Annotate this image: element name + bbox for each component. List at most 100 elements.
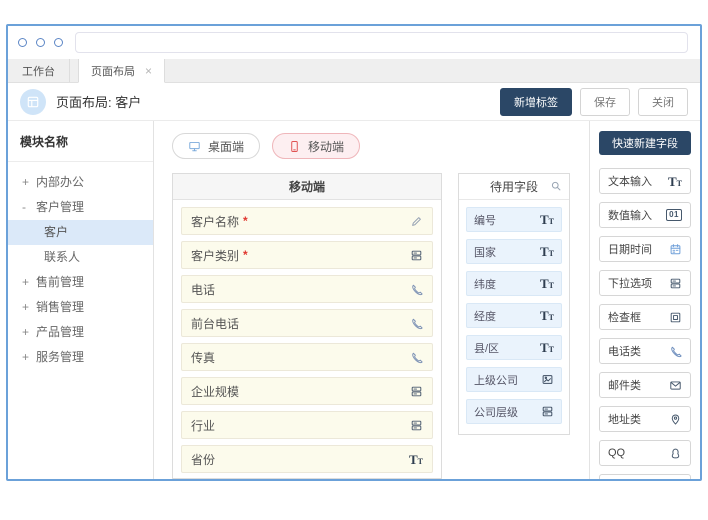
field-type-item[interactable]: 下拉选项 [599,270,691,296]
number-icon: 01 [666,209,682,221]
field-type-label: 电话类 [608,343,641,359]
select-icon [410,249,423,262]
tree-item-label: 服务管理 [36,345,84,370]
mobile-panel-title: 移动端 [173,174,441,200]
field-label: 传真 [191,349,215,366]
field-type-list: 文本输入TT数值输入01日期时间下拉选项检查框电话类邮件类地址类QQ邮编外键字段… [599,168,691,479]
mobile-layout-panel: 移动端 客户名称*客户类别*电话前台电话传真企业规模行业省份TT城市TT地址 [172,173,442,479]
field-type-item[interactable]: 文本输入TT [599,168,691,194]
tree-item[interactable]: 客户 [8,220,153,245]
pending-field-row[interactable]: 公司层级 [466,399,562,424]
field-type-item[interactable]: QQ [599,440,691,466]
monitor-icon [188,140,201,153]
field-type-label: 检查框 [608,309,641,325]
select-icon [410,385,423,398]
tab-label: 工作台 [22,63,55,79]
select-icon [410,419,423,432]
field-type-item[interactable]: 日期时间 [599,236,691,262]
address-bar[interactable] [75,32,688,53]
layout-editor-main: 桌面端移动端 移动端 客户名称*客户类别*电话前台电话传真企业规模行业省份TT城… [154,121,589,479]
tab-page-layout[interactable]: 页面布局 × [78,59,165,83]
mobile-field-row[interactable]: 前台电话 [181,309,433,337]
layout-icon [20,89,46,115]
field-type-item[interactable]: 检查框 [599,304,691,330]
module-tree: +内部办公-客户管理客户联系人+售前管理+销售管理+产品管理+服务管理 [8,170,153,370]
pin-icon [669,413,682,426]
pending-field-row[interactable]: 国家TT [466,239,562,264]
tab-bar: 工作台 页面布局 × [8,59,700,83]
pending-field-list: 编号TT国家TT纬度TT经度TT县/区TT上级公司公司层级 [459,200,569,434]
tree-item[interactable]: 联系人 [8,245,153,270]
window-control-dot[interactable] [36,38,45,47]
text-icon: TT [540,245,554,258]
tab-label: 页面布局 [91,63,135,79]
mobile-field-row[interactable]: 客户类别 * [181,241,433,269]
search-icon[interactable] [550,180,562,192]
tree-item[interactable]: +产品管理 [8,320,153,345]
required-star-icon: * [243,248,248,262]
tree-item-label: 销售管理 [36,295,84,320]
mobile-field-row[interactable]: 客户名称 * [181,207,433,235]
field-label: 编号 [474,212,496,228]
pending-field-row[interactable]: 编号TT [466,207,562,232]
field-type-item[interactable]: 数值输入01 [599,202,691,228]
field-label: 客户类别 [191,247,239,264]
pencil-icon [410,215,423,228]
field-label: 电话 [191,281,215,298]
field-type-label: 地址类 [608,411,641,427]
tree-item[interactable]: +销售管理 [8,295,153,320]
pending-field-row[interactable]: 县/区TT [466,335,562,360]
field-label: 企业规模 [191,383,239,400]
select-icon [541,405,554,418]
select-icon [669,277,682,290]
required-star-icon: * [243,214,248,228]
tree-item[interactable]: +售前管理 [8,270,153,295]
tree-toggle-icon[interactable]: + [22,295,30,320]
tree-item[interactable]: -客户管理 [8,195,153,220]
field-type-item[interactable]: 电话类 [599,338,691,364]
header-button-0[interactable]: 新增标签 [500,88,572,116]
tree-item[interactable]: +服务管理 [8,345,153,370]
pending-field-row[interactable]: 经度TT [466,303,562,328]
tree-toggle-icon[interactable]: + [22,270,30,295]
window-control-dot[interactable] [54,38,63,47]
tab-close-icon[interactable]: × [145,65,152,77]
tree-item-label: 内部办公 [36,170,84,195]
field-label: 客户名称 [191,213,239,230]
tree-toggle-icon[interactable]: + [22,170,30,195]
field-label: 经度 [474,308,496,324]
field-type-item[interactable]: 邮编 [599,474,691,479]
window-control-dot[interactable] [18,38,27,47]
mobile-field-row[interactable]: 电话 [181,275,433,303]
mobile-field-row[interactable]: 传真 [181,343,433,371]
browser-chrome [8,26,700,59]
checkbox-icon [669,311,682,324]
tree-item[interactable]: +内部办公 [8,170,153,195]
device-pill-desktop[interactable]: 桌面端 [172,133,260,159]
field-type-label: 邮件类 [608,377,641,393]
field-type-label: 文本输入 [608,173,652,189]
tree-item-label: 客户 [44,220,68,245]
header-button-1[interactable]: 保存 [580,88,630,116]
mobile-field-row[interactable]: 省份TT [181,445,433,473]
mobile-field-row[interactable]: 企业规模 [181,377,433,405]
tree-toggle-icon[interactable]: + [22,320,30,345]
field-label: 公司层级 [474,404,518,420]
text-icon: TT [540,341,554,354]
header-actions: 新增标签保存关闭 [500,88,688,116]
device-pill-mobile[interactable]: 移动端 [272,133,360,159]
tab-workbench[interactable]: 工作台 [8,59,70,82]
tree-toggle-icon[interactable]: - [22,195,30,220]
header-button-2[interactable]: 关闭 [638,88,688,116]
mobile-field-row[interactable]: 行业 [181,411,433,439]
quick-create-field-button[interactable]: 快速新建字段 [599,131,691,155]
field-type-label: 日期时间 [608,241,652,257]
pending-field-row[interactable]: 纬度TT [466,271,562,296]
module-tree-sidebar: 模块名称 +内部办公-客户管理客户联系人+售前管理+销售管理+产品管理+服务管理 [8,121,154,479]
field-type-label: 下拉选项 [608,275,652,291]
pending-field-row[interactable]: 上级公司 [466,367,562,392]
field-type-item[interactable]: 邮件类 [599,372,691,398]
field-type-item[interactable]: 地址类 [599,406,691,432]
tree-toggle-icon[interactable]: + [22,345,30,370]
app-window: 工作台页面布局× 页面布局: 客户 新增标签保存关闭 模块名称 +内部办公-客户… [6,24,702,481]
